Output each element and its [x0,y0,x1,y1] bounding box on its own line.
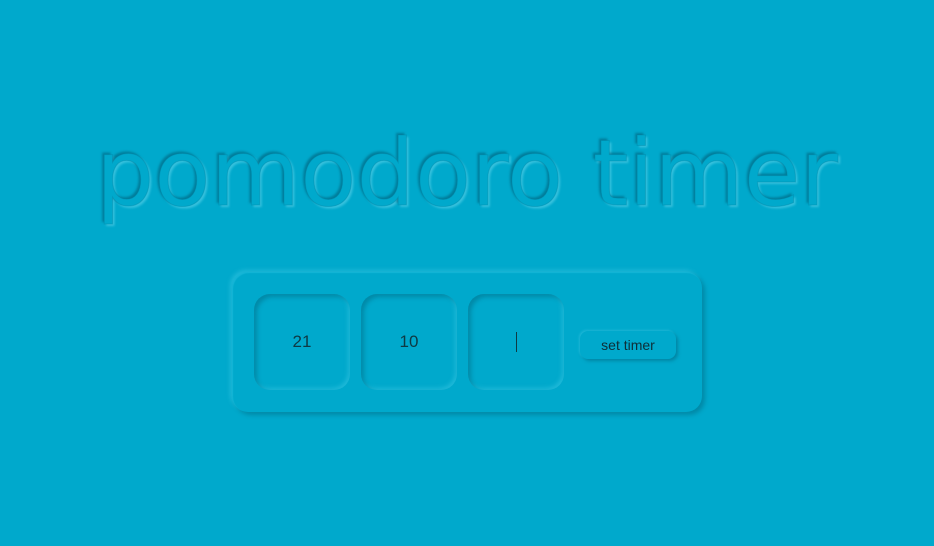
minutes-value: 10 [399,332,419,351]
hours-input[interactable]: 21 [254,294,350,390]
app-stage: pomodoro timer 21 10 set timer [0,0,934,546]
seconds-input[interactable] [468,294,564,390]
text-caret [515,332,517,352]
hours-value: 21 [292,332,312,351]
set-timer-button[interactable]: set timer [580,331,676,359]
timer-panel: 21 10 set timer [232,272,702,412]
minutes-input[interactable]: 10 [361,294,457,390]
page-title: pomodoro timer [95,120,839,227]
